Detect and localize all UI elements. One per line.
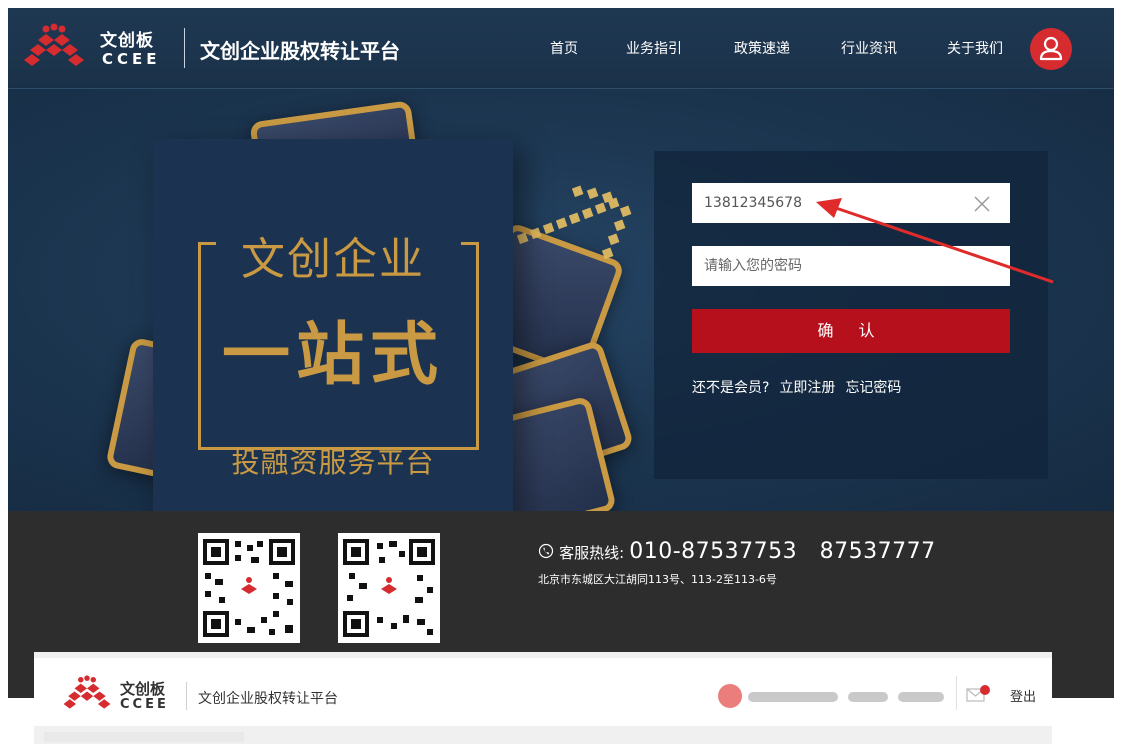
register-link[interactable]: 立即注册 [779,380,835,396]
promo-slogan: 一站式 [221,316,444,395]
promo-panel: 文创企业 一站式 投融资服务平台 [153,139,513,511]
promo-headline: 文创企业 [241,234,425,285]
forgot-password-link[interactable]: 忘记密码 [845,380,901,396]
blurred-avatar [718,684,742,708]
logout-button[interactable]: 登出 [1010,686,1036,705]
user-button[interactable] [1030,28,1072,70]
overlay-divider [186,682,187,710]
overlay-separator [956,676,957,710]
screenshot-frame: 文创板 CCEE 文创企业股权转让平台 首页 业务指引 政策速递 行业资讯 关于… [8,8,1114,698]
overlay-header: 文创板 CCEE 文创企业股权转让平台 登出 [34,658,1052,726]
ccee-logo-icon [24,23,84,66]
qr-code-icon [343,539,435,637]
platform-title: 文创企业股权转让平台 [200,39,400,63]
overlay-brand-cn: 文创板 [120,680,166,698]
nav-about-us[interactable]: 关于我们 [947,38,1003,58]
overlay-screenshot: 文创板 CCEE 文创企业股权转让平台 登出 [34,652,1052,744]
user-icon [1039,36,1063,61]
ccee-logo-icon [63,675,111,709]
nav-industry-news[interactable]: 行业资讯 [841,38,897,58]
mail-icon[interactable] [966,684,992,704]
not-member-label: 还不是会员? [692,380,770,396]
nav-policy[interactable]: 政策速递 [734,38,790,58]
blurred-username [748,692,838,702]
address-text: 北京市东城区大江胡同113号、113-2至113-6号 [538,573,777,586]
brand-divider [184,28,185,68]
hotline-label: 客服热线: [559,544,625,562]
overlay-platform-title: 文创企业股权转让平台 [198,691,338,707]
nav-home[interactable]: 首页 [550,38,578,58]
qr-code-icon [203,539,295,637]
login-links: 还不是会员? 立即注册 忘记密码 [692,377,911,397]
confirm-button[interactable]: 确 认 [692,309,1010,353]
overlay-tab-strip [44,732,244,742]
brand-name-cn: 文创板 [100,31,154,51]
hero-banner: 文创企业 一站式 投融资服务平台 确 认 还不是会员? 立即注册忘记密码 [8,89,1114,511]
top-header: 文创板 CCEE 文创企业股权转让平台 首页 业务指引 政策速递 行业资讯 关于… [8,8,1114,89]
brand-name-en: CCEE [102,50,161,68]
nav-business-guide[interactable]: 业务指引 [626,38,682,58]
overlay-brand-en: CCEE [120,697,169,712]
phone-icon [538,543,554,559]
annotation-arrow-icon [816,198,1054,284]
blurred-info [898,692,944,702]
blurred-info [848,692,888,702]
hotline: 客服热线: 010-87537753 87537777 [538,539,936,564]
promo-subtitle: 投融资服务平台 [231,446,435,479]
hotline-number: 010-87537753 87537777 [629,539,936,564]
qr-code-1 [198,533,300,643]
qr-code-2 [338,533,440,643]
decor-arrow-icon [516,185,632,260]
